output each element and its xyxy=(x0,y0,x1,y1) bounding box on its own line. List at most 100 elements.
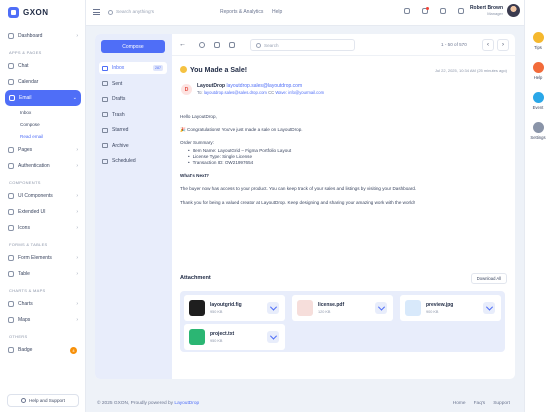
notification-icon[interactable] xyxy=(422,7,429,14)
sidebar-subitem-inbox[interactable]: Inbox xyxy=(0,106,86,118)
thanks-text: Thank you for being a valued creator at … xyxy=(180,199,415,205)
nav-section-title: COMPONENTS xyxy=(9,180,41,185)
settings-icon[interactable] xyxy=(404,8,410,14)
footer-link-faqs[interactable]: Faq's xyxy=(474,401,486,406)
layers-icon xyxy=(8,209,14,215)
sidebar-item-pages[interactable]: Pages › xyxy=(0,142,86,158)
sidebar-item-label: Chat xyxy=(18,63,29,69)
sidebar-item-label: Form Elements xyxy=(18,255,52,261)
rail-item-settings[interactable]: Settings xyxy=(525,122,550,140)
compose-button[interactable]: Compose xyxy=(101,40,165,53)
mail-toolbar: ← Search 1 - 50 of 570 ‹ › xyxy=(172,34,515,56)
download-icon[interactable] xyxy=(375,302,387,314)
calendar-icon xyxy=(8,79,14,85)
rail-item-help[interactable]: Help xyxy=(525,62,550,80)
attachment-card[interactable]: license.pdf 120 KB xyxy=(292,295,393,321)
home-icon xyxy=(8,33,14,39)
footer-brand-link[interactable]: LayoutDrop xyxy=(174,401,199,406)
sender-email[interactable]: layoutdrop.sales@layoutdrop.com xyxy=(226,83,302,89)
archive-icon[interactable] xyxy=(214,42,220,48)
next-page-button[interactable]: › xyxy=(497,39,509,51)
folder-archive[interactable]: Archive xyxy=(99,140,167,152)
order-item: Transaction ID: OW21997654 xyxy=(188,160,505,166)
sidebar-item-table[interactable]: Table › xyxy=(0,266,86,282)
to-email[interactable]: layoutdrop.sales@sales.drop.com xyxy=(204,90,267,95)
cc-value[interactable]: Wave: info@yourmail.com xyxy=(275,90,324,95)
sidebar-item-form-elements[interactable]: Form Elements › xyxy=(0,250,86,266)
logo-icon xyxy=(8,7,19,18)
folder-starred[interactable]: Starred xyxy=(99,124,167,136)
folder-trash[interactable]: Trash xyxy=(99,109,167,121)
sidebar-item-calendar[interactable]: Calendar xyxy=(0,74,86,90)
sidebar-item-label: Maps xyxy=(18,317,31,323)
chevron-right-icon: › xyxy=(76,301,78,307)
sidebar-item-authentication[interactable]: Authentication › xyxy=(0,158,86,174)
sidebar-item-label: Extended UI xyxy=(18,209,46,215)
download-icon[interactable] xyxy=(267,302,279,314)
greeting: Hello LayoutDrop, xyxy=(180,114,217,119)
rail-item-tips[interactable]: Tips xyxy=(525,32,550,50)
help-icon xyxy=(21,398,27,403)
sidebar-item-label: Charts xyxy=(18,301,33,307)
user-menu[interactable]: Robert Brown Manager xyxy=(470,4,520,17)
sidebar-item-email[interactable]: Email ⌄ xyxy=(5,90,81,106)
folder-drafts[interactable]: Drafts xyxy=(99,93,167,105)
sidebar-subitem-read-email[interactable]: Read email xyxy=(0,130,86,142)
mail-search-input[interactable]: Search xyxy=(250,39,355,51)
chevron-right-icon: › xyxy=(76,209,78,215)
to-label: To: xyxy=(197,90,203,95)
rail-item-label: Help xyxy=(533,75,543,80)
chevron-right-icon: › xyxy=(76,317,78,323)
scheduled-icon xyxy=(102,158,108,164)
folder-sent[interactable]: Sent xyxy=(99,78,167,90)
download-icon[interactable] xyxy=(483,302,495,314)
info-icon[interactable] xyxy=(199,42,205,48)
folder-list: Compose Inbox 287 Sent Drafts Trash Starred Ar… xyxy=(95,34,172,379)
mail-body: You Made a Sale! Jul 22, 2025, 10:34 AM … xyxy=(172,56,515,379)
sidebar-subitem-compose[interactable]: Compose xyxy=(0,118,86,130)
nav-section-title: FORMS & TABLES xyxy=(9,242,48,247)
help-support-button[interactable]: Help and Support xyxy=(7,394,79,407)
settings-icon xyxy=(532,122,544,133)
global-search-input[interactable]: Search anything's xyxy=(108,7,198,18)
sidebar-item-dashboard[interactable]: Dashboard › xyxy=(0,28,86,44)
table-icon xyxy=(8,271,14,277)
brand-logo[interactable]: GXON xyxy=(8,7,49,18)
bag-icon[interactable] xyxy=(440,8,446,14)
rail-item-event[interactable]: Event xyxy=(525,92,550,110)
sidebar-item-badge[interactable]: Badge 4 xyxy=(0,342,86,358)
starred-icon xyxy=(102,127,108,133)
sidebar-item-maps[interactable]: Maps › xyxy=(0,312,86,328)
sender-name-text: LayoutDrop xyxy=(197,83,226,89)
folder-label: Scheduled xyxy=(112,158,136,164)
folder-inbox[interactable]: Inbox 287 xyxy=(99,62,167,74)
footer-link-home[interactable]: Home xyxy=(453,401,466,406)
folder-scheduled[interactable]: Scheduled xyxy=(99,155,167,167)
reports-analytics-link[interactable]: Reports & Analytics xyxy=(220,9,263,15)
sidebar-item-extended-ui[interactable]: Extended UI › xyxy=(0,204,86,220)
congrats: 🎉 Congratulations! You've just made a sa… xyxy=(180,127,303,133)
prev-page-button[interactable]: ‹ xyxy=(482,39,494,51)
download-all-button[interactable]: Download All xyxy=(470,273,507,284)
back-arrow-icon[interactable]: ← xyxy=(179,41,186,48)
sidebar-item-charts[interactable]: Charts › xyxy=(0,296,86,312)
sidebar-item-chat[interactable]: Chat xyxy=(0,58,86,74)
message-icon[interactable] xyxy=(458,8,464,14)
sidebar-item-icons[interactable]: Icons › xyxy=(0,220,86,236)
menu-toggle-icon[interactable] xyxy=(93,9,100,15)
mail-subject: You Made a Sale! xyxy=(180,66,247,74)
global-search-placeholder: Search anything's xyxy=(116,10,154,15)
download-icon[interactable] xyxy=(267,331,279,343)
help-link[interactable]: Help xyxy=(272,9,282,15)
search-icon xyxy=(256,42,261,48)
attachment-size: 950 KB xyxy=(210,310,223,314)
sidebar-item-ui-components[interactable]: UI Components › xyxy=(0,188,86,204)
attachment-card[interactable]: preview.jpg 900 KB xyxy=(400,295,501,321)
attachment-card[interactable]: project.txt 950 KB xyxy=(184,324,285,350)
nav-section-title: CHARTS & MAPS xyxy=(9,288,46,293)
sidebar-item-label: Calendar xyxy=(18,79,39,85)
delete-icon[interactable] xyxy=(229,42,235,48)
box-icon xyxy=(8,193,14,199)
attachment-card[interactable]: layoutgrid.fig 950 KB xyxy=(184,295,285,321)
footer-link-support[interactable]: Support xyxy=(493,401,510,406)
